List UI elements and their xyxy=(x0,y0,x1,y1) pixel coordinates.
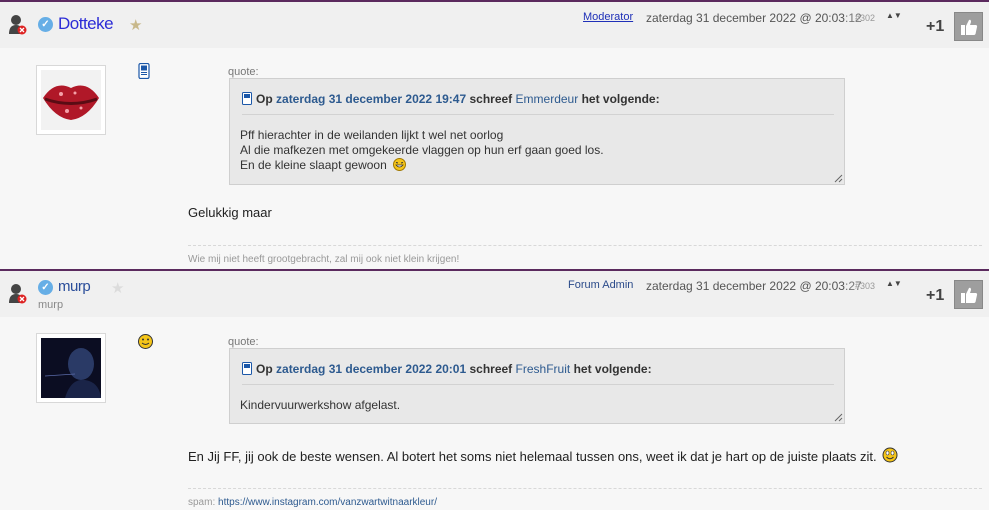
avatar[interactable] xyxy=(36,65,106,135)
mobile-phone-icon xyxy=(242,92,252,105)
signature-divider xyxy=(188,245,982,246)
quote-date-link[interactable]: zaterdag 31 december 2022 20:01 xyxy=(276,362,466,376)
signature-divider xyxy=(188,488,982,489)
verified-icon: ✓ xyxy=(38,280,53,295)
signature: spam: https://www.instagram.com/vanzwart… xyxy=(188,497,437,508)
avatar-image xyxy=(41,70,101,130)
star-icon: ★ xyxy=(129,17,143,34)
quote-text: Kindervuurwerkshow afgelast. xyxy=(240,398,401,412)
quote-header: Op zaterdag 31 december 2022 20:01 schre… xyxy=(242,362,834,385)
post-header: ✓ Dotteke ★ Moderator zaterdag 31 decemb… xyxy=(0,2,989,48)
forum-post: ✓ Dotteke ★ Moderator zaterdag 31 decemb… xyxy=(0,0,989,269)
vote-arrows-icon[interactable]: ▲▼ xyxy=(886,280,902,288)
smiley-icon xyxy=(138,334,153,349)
quote-label: quote: xyxy=(228,66,259,78)
plus-one-count: +1 xyxy=(926,287,945,304)
signature: Wie mij niet heeft grootgebracht, zal mi… xyxy=(188,254,460,265)
post-message: Gelukkig maar xyxy=(188,205,272,220)
mobile-phone-icon xyxy=(138,63,150,79)
quote-box: Op zaterdag 31 december 2022 19:47 schre… xyxy=(229,78,845,185)
signature-link[interactable]: https://www.instagram.com/vanzwartwitnaa… xyxy=(218,497,437,508)
post-header: ✓ murp murp ★ Forum Admin zaterdag 31 de… xyxy=(0,271,989,317)
quote-author-link[interactable]: FreshFruit xyxy=(516,362,571,376)
quote-box: Op zaterdag 31 december 2022 20:01 schre… xyxy=(229,348,845,424)
post-number[interactable]: #303 xyxy=(855,281,875,291)
forum-post: ✓ murp murp ★ Forum Admin zaterdag 31 de… xyxy=(0,269,989,510)
thumbs-up-icon xyxy=(960,19,977,35)
quote-label: quote: xyxy=(228,336,259,348)
post-date: zaterdag 31 december 2022 @ 20:03:12 xyxy=(646,11,862,25)
user-subname: murp xyxy=(38,299,64,311)
user-status-icon xyxy=(9,15,27,35)
smiley-icon xyxy=(393,158,407,171)
quote-text: Pff hierachter in de weilanden lijkt t w… xyxy=(240,128,604,172)
post-body: quote: Op zaterdag 31 december 2022 20:0… xyxy=(0,317,989,510)
smiley-icon xyxy=(882,447,898,463)
username-link[interactable]: murp xyxy=(58,278,91,295)
plus-one-count: +1 xyxy=(926,18,945,35)
resize-icon[interactable] xyxy=(834,413,843,422)
user-role-link[interactable]: Moderator xyxy=(583,11,633,23)
like-button[interactable] xyxy=(954,12,983,41)
username-link[interactable]: Dotteke xyxy=(58,14,114,34)
avatar-image xyxy=(41,338,101,398)
user-status-icon xyxy=(9,284,27,304)
avatar[interactable] xyxy=(36,333,106,403)
quote-author-link[interactable]: Emmerdeur xyxy=(516,92,579,106)
resize-icon[interactable] xyxy=(834,174,843,183)
star-icon: ★ xyxy=(111,280,125,297)
like-button[interactable] xyxy=(954,280,983,309)
user-role: Forum Admin xyxy=(568,279,634,291)
post-message: En Jij FF, jij ook de beste wensen. Al b… xyxy=(188,447,898,464)
thumbs-up-icon xyxy=(960,287,977,303)
quote-header: Op zaterdag 31 december 2022 19:47 schre… xyxy=(242,92,834,115)
verified-icon: ✓ xyxy=(38,17,53,32)
mobile-phone-icon xyxy=(242,362,252,375)
vote-arrows-icon[interactable]: ▲▼ xyxy=(886,12,902,20)
post-number[interactable]: #302 xyxy=(855,13,875,23)
post-body: quote: Op zaterdag 31 december 2022 19:4… xyxy=(0,48,989,269)
post-date: zaterdag 31 december 2022 @ 20:03:27 xyxy=(646,279,862,293)
quote-date-link[interactable]: zaterdag 31 december 2022 19:47 xyxy=(276,92,466,106)
